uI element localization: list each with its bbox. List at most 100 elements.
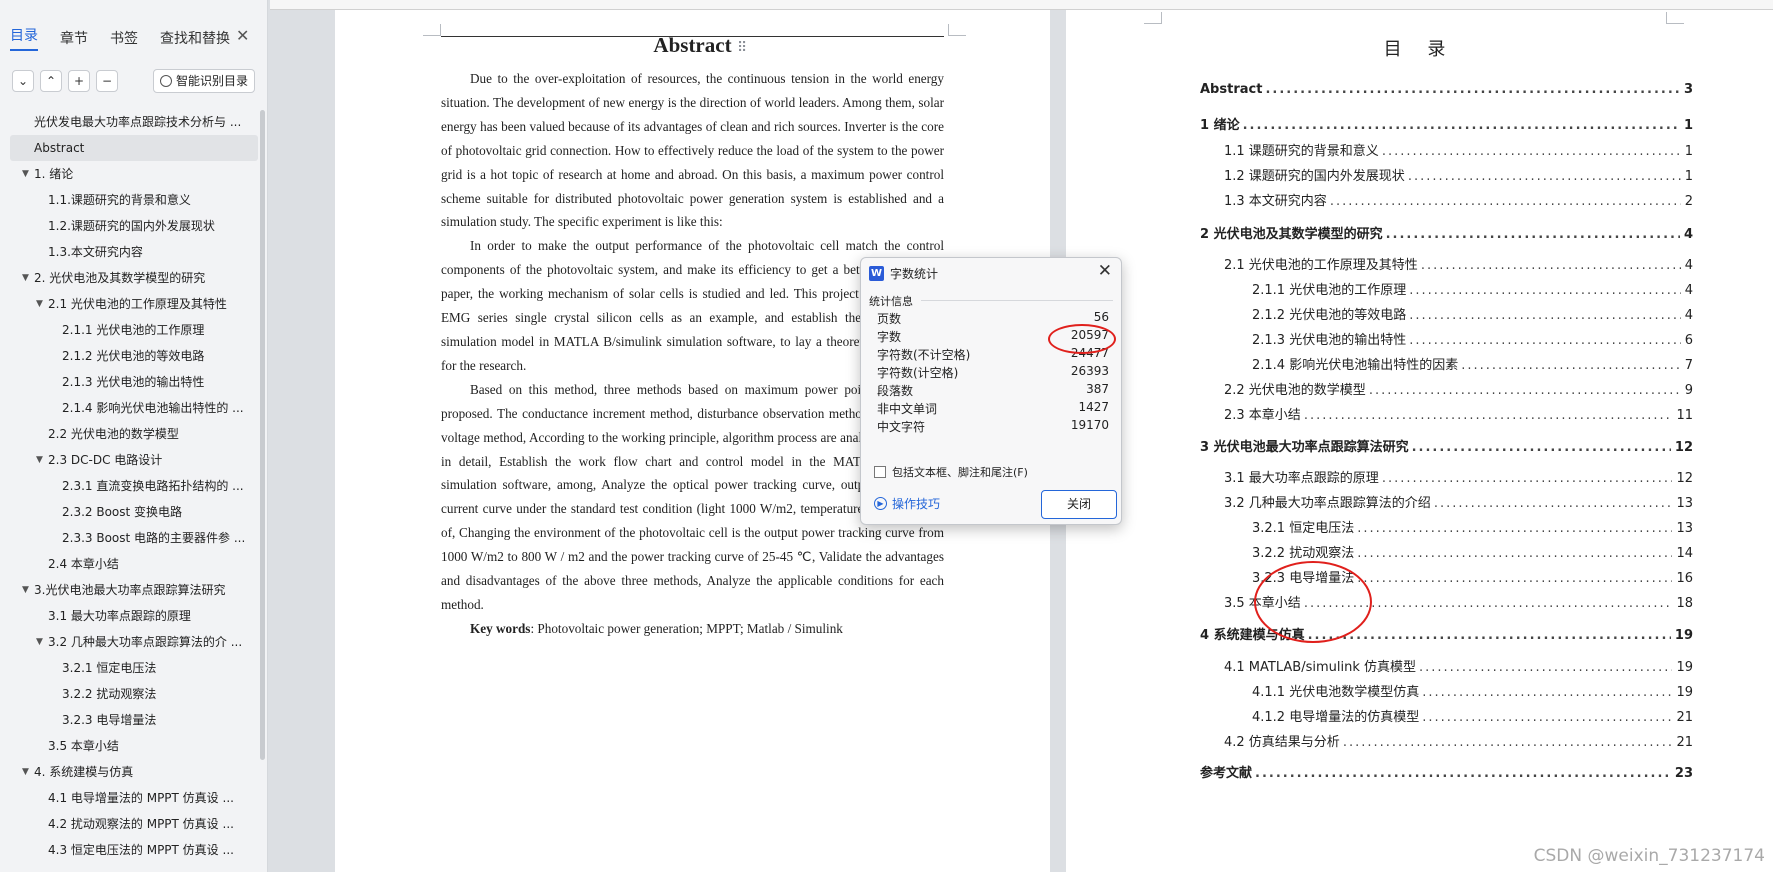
contents-entry-title: 3.1 最大功率点跟踪的原理 bbox=[1224, 471, 1379, 486]
contents-entry-title: 2.1.2 光伏电池的等效电路 bbox=[1252, 308, 1407, 323]
contents-entry[interactable]: 2.1 光伏电池的工作原理及其特性 4 bbox=[1224, 254, 1693, 273]
remove-entry-button[interactable]: − bbox=[96, 70, 118, 92]
toc-tree-item[interactable]: 4.1 电导增量法的 MPPT 仿真设 ... bbox=[10, 785, 258, 811]
close-icon[interactable]: ✕ bbox=[236, 26, 249, 45]
contents-entry[interactable]: 参考文献 23 bbox=[1200, 762, 1693, 781]
smart-toc-button[interactable]: 智能识别目录 bbox=[153, 69, 256, 93]
abstract-title: Abstract bbox=[653, 33, 732, 57]
toc-tree-item[interactable]: 2.1.4 影响光伏电池输出特性的 ... bbox=[10, 395, 258, 421]
toc-tree-item[interactable]: 3.2.1 恒定电压法 bbox=[10, 655, 258, 681]
toc-tree-item[interactable]: ▼ 2. 光伏电池及其数学模型的研究 bbox=[10, 265, 258, 291]
toc-tree-item-label: 1.3.本文研究内容 bbox=[48, 245, 143, 259]
toc-tree-item[interactable]: 3.5 本章小结 bbox=[10, 733, 258, 759]
tab-toc[interactable]: 目录 bbox=[10, 25, 38, 51]
toc-tree-item[interactable]: 2.1.3 光伏电池的输出特性 bbox=[10, 369, 258, 395]
contents-entry[interactable]: 3.2 几种最大功率点跟踪算法的介绍 13 bbox=[1224, 492, 1693, 511]
toc-tree-item[interactable]: 1.2.课题研究的国内外发展现状 bbox=[10, 213, 258, 239]
toc-tree-item[interactable]: 2.3.3 Boost 电路的主要器件参 ... bbox=[10, 525, 258, 551]
stat-value: 19170 bbox=[1070, 418, 1109, 432]
stat-value: 1427 bbox=[1078, 400, 1109, 414]
contents-title: 目 录 bbox=[1383, 39, 1456, 60]
tab-find-replace[interactable]: 查找和替换 bbox=[160, 28, 230, 48]
contents-entry[interactable]: 2.1.4 影响光伏电池输出特性的因素 7 bbox=[1252, 354, 1693, 373]
toc-tree-item-label: 1. 绪论 bbox=[34, 167, 74, 181]
toc-tree-item[interactable]: ▼ 1. 绪论 bbox=[10, 161, 258, 187]
contents-entry[interactable]: 4.2 仿真结果与分析 21 bbox=[1224, 731, 1693, 750]
dot-leader bbox=[1434, 496, 1673, 511]
contents-entry[interactable]: 3.2.2 扰动观察法 14 bbox=[1252, 542, 1693, 561]
toc-tree-item[interactable]: 2.1.1 光伏电池的工作原理 bbox=[10, 317, 258, 343]
contents-entry[interactable]: 2.1.2 光伏电池的等效电路 4 bbox=[1252, 304, 1693, 323]
toc-tree-item[interactable]: ▼ 4. 系统建模与仿真 bbox=[10, 759, 258, 785]
contents-entry-page: 12 bbox=[1676, 471, 1693, 486]
expand-caret-icon[interactable]: ▼ bbox=[22, 161, 29, 187]
tips-link[interactable]: ▶ 操作技巧 bbox=[874, 495, 940, 512]
contents-entry-title: Abstract bbox=[1200, 82, 1263, 97]
tab-bookmarks[interactable]: 书签 bbox=[110, 28, 138, 48]
contents-entry[interactable]: 3 光伏电池最大功率点跟踪算法研究 12 bbox=[1200, 436, 1693, 455]
toc-tree-item[interactable]: ▼ 3.光伏电池最大功率点跟踪算法研究 bbox=[10, 577, 258, 603]
contents-entry-page: 19 bbox=[1674, 628, 1693, 643]
toc-tree-item-label: 3.1 最大功率点跟踪的原理 bbox=[48, 609, 191, 623]
contents-entry[interactable]: 2.3 本章小结 11 bbox=[1224, 404, 1693, 423]
expand-caret-icon[interactable]: ▼ bbox=[36, 291, 43, 317]
collapse-down-button[interactable]: ⌄ bbox=[12, 70, 34, 92]
expand-caret-icon[interactable]: ▼ bbox=[36, 629, 43, 655]
contents-entry[interactable]: 1.1 课题研究的背景和意义 1 bbox=[1224, 140, 1693, 159]
toc-tree-item[interactable]: 2.1.2 光伏电池的等效电路 bbox=[10, 343, 258, 369]
contents-entry-page: 23 bbox=[1674, 766, 1693, 781]
toc-tree-item[interactable]: ▼ 2.3 DC-DC 电路设计 bbox=[10, 447, 258, 473]
contents-entry[interactable]: Abstract 3 bbox=[1200, 82, 1693, 97]
contents-entry[interactable]: 3.1 最大功率点跟踪的原理 12 bbox=[1224, 467, 1693, 486]
contents-entry[interactable]: 2 光伏电池及其数学模型的研究 4 bbox=[1200, 223, 1693, 242]
toc-tree-item-label: 2.3.1 直流变换电路拓扑结构的 ... bbox=[62, 479, 244, 493]
contents-entry[interactable]: 2.2 光伏电池的数学模型 9 bbox=[1224, 379, 1693, 398]
contents-entry[interactable]: 1.2 课题研究的国内外发展现状 1 bbox=[1224, 165, 1693, 184]
dot-leader bbox=[1412, 440, 1671, 455]
toc-tree-item[interactable]: 1.1.课题研究的背景和意义 bbox=[10, 187, 258, 213]
toc-tree-item[interactable]: 3.2.2 扰动观察法 bbox=[10, 681, 258, 707]
collapse-up-button[interactable]: ⌃ bbox=[40, 70, 62, 92]
expand-caret-icon[interactable]: ▼ bbox=[22, 759, 29, 785]
expand-caret-icon[interactable]: ▼ bbox=[22, 265, 29, 291]
contents-entry[interactable]: 1.3 本文研究内容 2 bbox=[1224, 190, 1693, 209]
toc-tree-item[interactable]: 2.2 光伏电池的数学模型 bbox=[10, 421, 258, 447]
add-entry-button[interactable]: + bbox=[68, 70, 90, 92]
toc-tree-item[interactable]: ▼ 2.1 光伏电池的工作原理及其特性 bbox=[10, 291, 258, 317]
toc-tree-item[interactable]: 3.1 最大功率点跟踪的原理 bbox=[10, 603, 258, 629]
close-button[interactable]: 关闭 bbox=[1041, 490, 1117, 519]
contents-entry[interactable]: 4.1.2 电导增量法的仿真模型 21 bbox=[1252, 706, 1693, 725]
contents-entry[interactable]: 3.2.1 恒定电压法 13 bbox=[1252, 517, 1693, 536]
toc-tree-item[interactable]: 2.3.2 Boost 变换电路 bbox=[10, 499, 258, 525]
toc-tree-item[interactable]: 2.4 本章小结 bbox=[10, 551, 258, 577]
contents-entry[interactable]: 2.1.3 光伏电池的输出特性 6 bbox=[1252, 329, 1693, 348]
contents-entry-title: 2 光伏电池及其数学模型的研究 bbox=[1200, 227, 1383, 242]
expand-caret-icon[interactable]: ▼ bbox=[22, 577, 29, 603]
tab-chapters[interactable]: 章节 bbox=[60, 28, 88, 48]
toc-tree-item-label: 2.3 DC-DC 电路设计 bbox=[48, 453, 163, 467]
close-icon[interactable]: ✕ bbox=[1098, 261, 1112, 281]
toc-tree-item[interactable]: 2.3.1 直流变换电路拓扑结构的 ... bbox=[10, 473, 258, 499]
contents-entry[interactable]: 1 绪论 1 bbox=[1200, 114, 1693, 133]
toc-tree-item[interactable]: 4.2 扰动观察法的 MPPT 仿真设 ... bbox=[10, 811, 258, 837]
dot-leader bbox=[1461, 358, 1681, 373]
sidebar-scrollbar[interactable] bbox=[260, 110, 265, 760]
dot-leader bbox=[1343, 735, 1673, 750]
contents-entry[interactable]: 4.1.1 光伏电池数学模型仿真 19 bbox=[1252, 681, 1693, 700]
toc-tree-item[interactable]: Abstract bbox=[10, 135, 258, 161]
checkbox-box[interactable] bbox=[874, 466, 886, 478]
toc-tree-item-label: 2.4 本章小结 bbox=[48, 557, 119, 571]
toc-tree-item[interactable]: 光伏发电最大功率点跟踪技术分析与 ... bbox=[10, 109, 258, 135]
toc-tree-item[interactable]: 1.3.本文研究内容 bbox=[10, 239, 258, 265]
contents-entry[interactable]: 2.1.1 光伏电池的工作原理 4 bbox=[1252, 279, 1693, 298]
contents-entry-page: 1 bbox=[1683, 118, 1693, 133]
expand-caret-icon[interactable]: ▼ bbox=[36, 447, 43, 473]
contents-entry-title: 4.2 仿真结果与分析 bbox=[1224, 735, 1340, 750]
stat-value: 26393 bbox=[1070, 364, 1109, 378]
toc-tree-item[interactable]: ▼ 3.2 几种最大功率点跟踪算法的介 ... bbox=[10, 629, 258, 655]
include-textbox-checkbox[interactable]: 包括文本框、脚注和尾注(F) bbox=[874, 464, 1028, 480]
toc-tree-item[interactable]: 4.3 恒定电压法的 MPPT 仿真设 ... bbox=[10, 837, 258, 863]
toc-toolbar: ⌄ ⌃ + − bbox=[12, 70, 118, 92]
toc-tree-item[interactable]: 3.2.3 电导增量法 bbox=[10, 707, 258, 733]
contents-entry[interactable]: 4.1 MATLAB/simulink 仿真模型 19 bbox=[1224, 656, 1693, 675]
